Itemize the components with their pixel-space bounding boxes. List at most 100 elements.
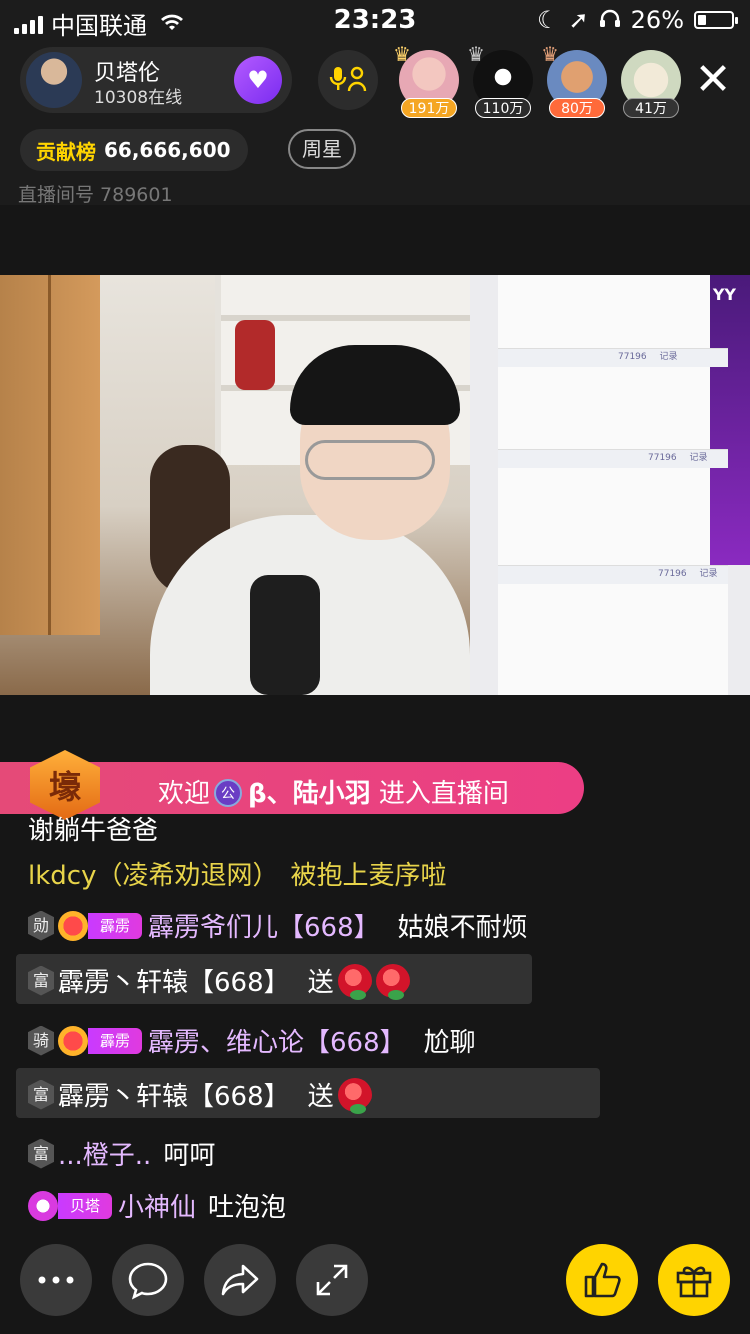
bottom-bar (0, 1244, 750, 1316)
user-tags: 勋 霹雳 (28, 910, 143, 941)
chat-line: 骑 霹雳 霹雳、维心论【668】 尬聊 (28, 1022, 476, 1059)
more-icon (38, 1276, 74, 1284)
crown-icon: ♛ (393, 42, 411, 66)
fullscreen-icon (316, 1264, 348, 1296)
chat-line: 贝塔 小神仙 吐泡泡 (28, 1187, 286, 1224)
chat-message: 送 (307, 968, 334, 998)
welcome-text: 欢迎公 β、陆小羽 进入直播间 (158, 773, 509, 811)
crown-icon: ♛ (467, 42, 485, 66)
crown-icon: ♛ (541, 42, 559, 66)
more-button[interactable] (20, 1244, 92, 1316)
close-button[interactable]: ✕ (690, 58, 736, 104)
viewer-badge-2: 110万 (475, 98, 531, 118)
headphones-icon (599, 6, 621, 34)
chat-message: 呵呵 (163, 1141, 216, 1171)
fullscreen-button[interactable] (296, 1244, 368, 1316)
chat-line: 勋 霹雳 霹雳爷们儿【668】 姑娘不耐烦 (28, 907, 528, 944)
streamer-glasses (305, 440, 435, 480)
wardrobe (0, 275, 100, 635)
follow-button[interactable]: ♥ (234, 56, 282, 104)
mic-queue-icon (329, 66, 367, 92)
contribution-board[interactable]: 贡献榜 66,666,600 (20, 129, 248, 171)
chat-line: 富 霹雳丶轩辕【668】 送 (28, 1076, 372, 1114)
chat-line: lkdcy（凌希劝退网） 被抱上麦序啦 (28, 855, 446, 892)
viewer-badge-1: 191万 (401, 98, 457, 118)
chat-user[interactable]: 霹雳丶轩辕【668】 (58, 1076, 290, 1113)
figurine (235, 320, 275, 390)
chat-line: 富 ...橙子.. 呵呵 (28, 1135, 215, 1172)
rank-badge-icon: 富 (28, 965, 54, 996)
fan-badge: 霹雳 (88, 912, 143, 939)
chat-user[interactable]: 霹雳爷们儿【668】 (148, 907, 380, 944)
live-video[interactable]: 77196 记录 77196 记录 77196 记录 YY (0, 275, 750, 695)
welcome-user[interactable]: β、陆小羽 (248, 779, 371, 809)
chat-message: 吐泡泡 (208, 1193, 287, 1223)
welcome-suffix: 进入直播间 (378, 779, 509, 809)
close-icon: ✕ (694, 54, 732, 105)
fan-badge: 霹雳 (88, 1027, 143, 1054)
screen-purple-panel (710, 275, 750, 565)
chat-user[interactable]: 小神仙 (118, 1187, 196, 1224)
winged-heart-icon: ♥ (247, 66, 269, 94)
chat-message: 尬聊 (423, 1028, 476, 1058)
moon-icon: ☾ (537, 6, 559, 34)
viewer-avatar-2[interactable]: ♛ 110万 (467, 42, 533, 118)
top-bar: 贝塔伦 10308在线 ♥ ♛ 191万 ♛ 110万 ♛ 80万 41万 ✕ … (0, 40, 750, 206)
rank-badge-icon: 骑 (28, 1025, 54, 1056)
rose-icon (337, 1077, 372, 1114)
fan-badge: 贝塔 (58, 1192, 113, 1219)
location-icon: ➚ (568, 6, 589, 34)
chat-line: 富 霹雳丶轩辕【668】 送 (28, 962, 410, 1000)
rank-badge-icon: 勋 (28, 910, 54, 941)
screen-share: 77196 记录 77196 记录 77196 记录 YY (470, 275, 750, 695)
viewer-avatar-1[interactable]: ♛ 191万 (393, 42, 459, 118)
gift-button[interactable] (658, 1244, 730, 1316)
microphone (250, 575, 320, 695)
host-card[interactable]: 贝塔伦 10308在线 ♥ (20, 47, 292, 113)
status-bar: 中国联通 23:23 ☾ ➚ 26% (0, 0, 750, 40)
user-tags: 骑 霹雳 (28, 1025, 143, 1056)
welcome-prefix: 欢迎 (158, 779, 211, 809)
battery-fill (698, 15, 706, 25)
screen-bar: 77196 记录 (498, 565, 728, 584)
chat-user[interactable]: lkdcy（凌希劝退网） (28, 855, 278, 892)
fan-heart-icon (58, 910, 88, 941)
chat-user[interactable]: ...橙子.. (58, 1135, 151, 1172)
rose-icon (337, 963, 372, 1000)
battery-percent: 26% (630, 6, 684, 34)
viewer-avatar-3[interactable]: ♛ 80万 (541, 42, 607, 118)
chat-message: 被抱上麦序啦 (290, 861, 447, 891)
chat-message: 送 (307, 1082, 334, 1112)
room-number: 直播间号 789601 (18, 184, 173, 206)
contribution-value: 66,666,600 (104, 138, 231, 162)
viewer-badge-3: 80万 (549, 98, 605, 118)
guild-badge-icon: 公 (214, 778, 243, 807)
chat-line: 谢躺牛爸爸 (28, 810, 158, 847)
rank-badge-icon: 富 (28, 1079, 54, 1110)
camera-feed (0, 275, 471, 695)
chat-button[interactable] (112, 1244, 184, 1316)
contribution-label: 贡献榜 (36, 139, 96, 164)
screen-bar: 77196 记录 (498, 449, 728, 468)
user-tags: 贝塔 (28, 1190, 113, 1221)
host-online-count: 10308在线 (94, 88, 183, 108)
like-button[interactable] (566, 1244, 638, 1316)
chat-user[interactable]: 霹雳、维心论【668】 (148, 1022, 406, 1059)
rose-icon (375, 963, 410, 1000)
chat-message: 姑娘不耐烦 (397, 913, 528, 943)
viewer-avatar-4[interactable]: 41万 (621, 50, 681, 118)
fan-heart-icon (58, 1025, 88, 1056)
screen-bar: 77196 记录 (498, 348, 728, 367)
chat-user[interactable]: 霹雳丶轩辕【668】 (58, 962, 290, 999)
share-button[interactable] (204, 1244, 276, 1316)
mic-queue-button[interactable] (318, 50, 378, 110)
like-icon (584, 1262, 621, 1298)
status-right: ☾ ➚ 26% (537, 6, 738, 34)
rank-badge-icon: 富 (28, 1138, 54, 1169)
chat-icon (128, 1262, 168, 1300)
host-avatar[interactable] (26, 52, 82, 108)
battery-icon (694, 11, 738, 29)
screen-column (498, 275, 728, 695)
week-star-button[interactable]: 周星 (288, 129, 356, 169)
share-icon (221, 1264, 259, 1296)
